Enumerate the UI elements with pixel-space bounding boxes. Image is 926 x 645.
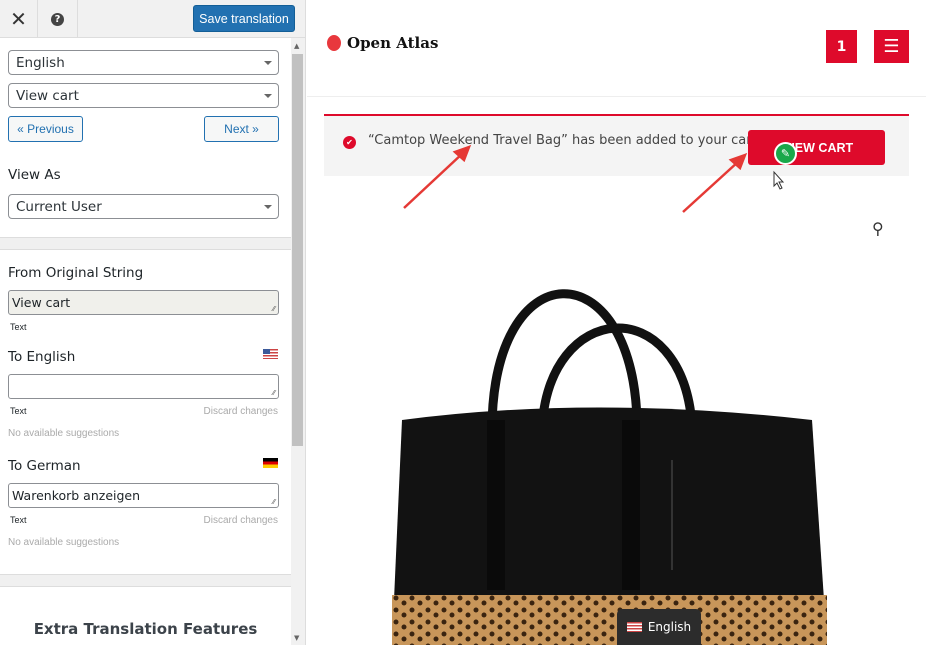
save-translation-button[interactable]: Save translation	[193, 5, 295, 32]
close-icon[interactable]: ✕	[0, 0, 38, 38]
mouse-cursor-icon	[773, 170, 785, 190]
language-select[interactable]: English	[8, 50, 279, 75]
arrow-to-button	[682, 160, 740, 213]
previous-button[interactable]: « Previous	[8, 116, 83, 142]
from-type-label: Text	[10, 322, 27, 332]
search-icon[interactable]: ⚲	[872, 219, 884, 238]
german-type-label: Text	[10, 515, 27, 525]
original-string-field: View cart	[8, 290, 279, 315]
us-flag-icon	[263, 349, 278, 359]
view-as-select[interactable]: Current User	[8, 194, 279, 219]
scroll-down-arrow[interactable]: ▼	[294, 634, 299, 642]
us-flag-icon	[626, 622, 642, 632]
site-preview: Open Atlas 1 ☰ ✔ “Camtop Weekend Travel …	[307, 0, 926, 645]
string-select[interactable]: View cart	[8, 83, 279, 108]
english-translation-input[interactable]	[8, 374, 279, 399]
editor-toolbar: ✕ ? Save translation	[0, 0, 305, 38]
scroll-up-arrow[interactable]: ▲	[294, 42, 299, 50]
from-original-label: From Original String	[8, 265, 144, 281]
german-translation-input[interactable]: Warenkorb anzeigen	[8, 483, 279, 508]
translation-editor-sidebar: ✕ ? Save translation English View cart «…	[0, 0, 306, 645]
scrollbar-thumb[interactable]	[292, 54, 303, 446]
product-image-travel-bag	[392, 289, 827, 645]
to-english-label: To English	[8, 349, 76, 365]
discard-changes-english[interactable]: Discard changes	[204, 406, 278, 417]
language-switcher[interactable]: English	[617, 609, 701, 645]
divider	[0, 237, 291, 250]
view-as-label: View As	[8, 167, 61, 183]
to-german-label: To German	[8, 458, 81, 474]
discard-changes-german[interactable]: Discard changes	[204, 515, 278, 526]
divider	[0, 574, 291, 587]
no-suggestions-english: No available suggestions	[8, 428, 120, 439]
no-suggestions-german: No available suggestions	[8, 537, 120, 548]
extra-features-heading: Extra Translation Features	[33, 620, 258, 638]
arrow-to-message	[403, 152, 464, 209]
next-button[interactable]: Next »	[204, 116, 279, 142]
german-flag-icon	[263, 458, 278, 468]
help-icon[interactable]: ?	[38, 0, 78, 38]
english-type-label: Text	[10, 406, 27, 416]
